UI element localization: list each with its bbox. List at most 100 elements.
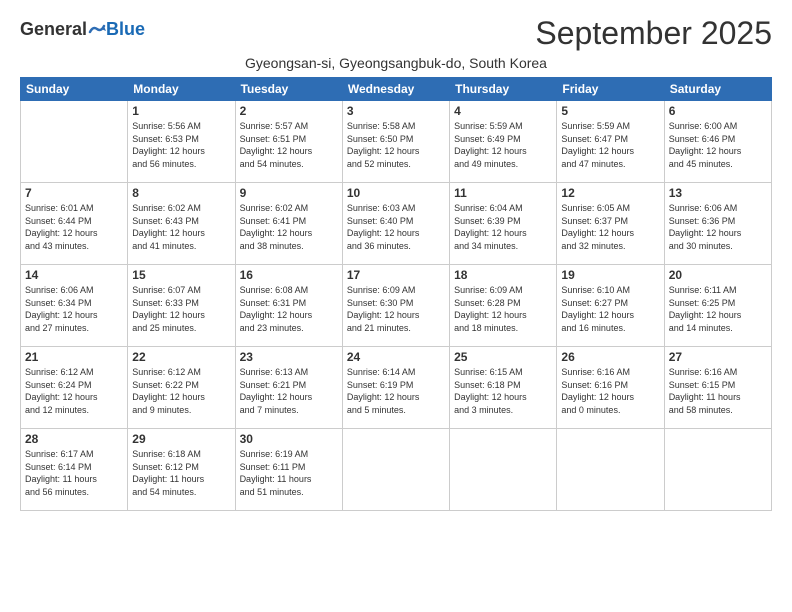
day-number: 21 <box>25 350 123 364</box>
calendar-cell: 4 Sunrise: 5:59 AM Sunset: 6:49 PM Daylig… <box>450 101 557 183</box>
calendar-cell: 7 Sunrise: 6:01 AM Sunset: 6:44 PM Daylig… <box>21 183 128 265</box>
calendar-cell: 15 Sunrise: 6:07 AM Sunset: 6:33 PM Dayli… <box>128 265 235 347</box>
day-info: Sunrise: 5:58 AM Sunset: 6:50 PM Dayligh… <box>347 120 445 170</box>
calendar-cell: 2 Sunrise: 5:57 AM Sunset: 6:51 PM Daylig… <box>235 101 342 183</box>
calendar-cell: 9 Sunrise: 6:02 AM Sunset: 6:41 PM Daylig… <box>235 183 342 265</box>
day-number: 1 <box>132 104 230 118</box>
week-row-2: 7 Sunrise: 6:01 AM Sunset: 6:44 PM Daylig… <box>21 183 772 265</box>
day-number: 11 <box>454 186 552 200</box>
calendar-cell <box>342 429 449 511</box>
day-info: Sunrise: 6:04 AM Sunset: 6:39 PM Dayligh… <box>454 202 552 252</box>
calendar-cell: 18Sunrise: 6:09 AM Sunset: 6:28 PM Dayli… <box>450 265 557 347</box>
day-info: Sunrise: 6:14 AM Sunset: 6:19 PM Dayligh… <box>347 366 445 416</box>
day-info: Sunrise: 5:59 AM Sunset: 6:49 PM Dayligh… <box>454 120 552 170</box>
day-number: 4 <box>454 104 552 118</box>
day-info: Sunrise: 6:02 AM Sunset: 6:41 PM Dayligh… <box>240 202 338 252</box>
calendar-cell: 30 Sunrise: 6:19 AM Sunset: 6:11 PM Dayli… <box>235 429 342 511</box>
calendar-cell: 14Sunrise: 6:06 AM Sunset: 6:34 PM Dayli… <box>21 265 128 347</box>
day-info: Sunrise: 6:01 AM Sunset: 6:44 PM Dayligh… <box>25 202 123 252</box>
day-info: Sunrise: 6:16 AM Sunset: 6:15 PM Dayligh… <box>669 366 767 416</box>
header: General Blue September 2025 <box>20 16 772 51</box>
week-row-4: 21 Sunrise: 6:12 AM Sunset: 6:24 PM Dayli… <box>21 347 772 429</box>
calendar-cell: 3 Sunrise: 5:58 AM Sunset: 6:50 PM Daylig… <box>342 101 449 183</box>
day-info: Sunrise: 6:17 AM Sunset: 6:14 PM Dayligh… <box>25 448 123 498</box>
day-number: 23 <box>240 350 338 364</box>
week-row-1: 1Sunrise: 5:56 AM Sunset: 6:53 PM Daylig… <box>21 101 772 183</box>
calendar-cell: 25 Sunrise: 6:15 AM Sunset: 6:18 PM Dayli… <box>450 347 557 429</box>
day-number: 13 <box>669 186 767 200</box>
calendar-cell: 1Sunrise: 5:56 AM Sunset: 6:53 PM Daylig… <box>128 101 235 183</box>
logo-wave-icon <box>88 22 106 36</box>
day-number: 26 <box>561 350 659 364</box>
day-number: 6 <box>669 104 767 118</box>
day-info: Sunrise: 6:07 AM Sunset: 6:33 PM Dayligh… <box>132 284 230 334</box>
title-block: September 2025 <box>535 16 772 51</box>
day-info: Sunrise: 6:11 AM Sunset: 6:25 PM Dayligh… <box>669 284 767 334</box>
day-info: Sunrise: 6:16 AM Sunset: 6:16 PM Dayligh… <box>561 366 659 416</box>
calendar-cell: 23 Sunrise: 6:13 AM Sunset: 6:21 PM Dayli… <box>235 347 342 429</box>
month-title: September 2025 <box>535 16 772 51</box>
day-info: Sunrise: 6:03 AM Sunset: 6:40 PM Dayligh… <box>347 202 445 252</box>
day-number: 20 <box>669 268 767 282</box>
header-tuesday: Tuesday <box>235 78 342 101</box>
day-number: 17 <box>347 268 445 282</box>
calendar-cell: 22 Sunrise: 6:12 AM Sunset: 6:22 PM Dayli… <box>128 347 235 429</box>
day-info: Sunrise: 5:59 AM Sunset: 6:47 PM Dayligh… <box>561 120 659 170</box>
calendar-cell <box>21 101 128 183</box>
day-info: Sunrise: 6:00 AM Sunset: 6:46 PM Dayligh… <box>669 120 767 170</box>
calendar-cell <box>450 429 557 511</box>
day-number: 9 <box>240 186 338 200</box>
header-friday: Friday <box>557 78 664 101</box>
day-number: 29 <box>132 432 230 446</box>
calendar-cell: 17 Sunrise: 6:09 AM Sunset: 6:30 PM Dayli… <box>342 265 449 347</box>
calendar-cell: 29Sunrise: 6:18 AM Sunset: 6:12 PM Dayli… <box>128 429 235 511</box>
day-info: Sunrise: 6:09 AM Sunset: 6:28 PM Dayligh… <box>454 284 552 334</box>
subtitle: Gyeongsan-si, Gyeongsangbuk-do, South Ko… <box>20 55 772 71</box>
day-info: Sunrise: 6:02 AM Sunset: 6:43 PM Dayligh… <box>132 202 230 252</box>
header-wednesday: Wednesday <box>342 78 449 101</box>
calendar-cell <box>557 429 664 511</box>
day-info: Sunrise: 6:05 AM Sunset: 6:37 PM Dayligh… <box>561 202 659 252</box>
day-number: 24 <box>347 350 445 364</box>
day-number: 25 <box>454 350 552 364</box>
day-info: Sunrise: 6:12 AM Sunset: 6:22 PM Dayligh… <box>132 366 230 416</box>
day-number: 14 <box>25 268 123 282</box>
calendar-cell: 27 Sunrise: 6:16 AM Sunset: 6:15 PM Dayli… <box>664 347 771 429</box>
day-info: Sunrise: 6:10 AM Sunset: 6:27 PM Dayligh… <box>561 284 659 334</box>
day-number: 16 <box>240 268 338 282</box>
calendar-cell: 11 Sunrise: 6:04 AM Sunset: 6:39 PM Dayli… <box>450 183 557 265</box>
week-row-3: 14Sunrise: 6:06 AM Sunset: 6:34 PM Dayli… <box>21 265 772 347</box>
day-number: 7 <box>25 186 123 200</box>
day-number: 3 <box>347 104 445 118</box>
day-info: Sunrise: 6:12 AM Sunset: 6:24 PM Dayligh… <box>25 366 123 416</box>
page: General Blue September 2025 Gyeongsan-si… <box>0 0 792 612</box>
calendar-cell: 16 Sunrise: 6:08 AM Sunset: 6:31 PM Dayli… <box>235 265 342 347</box>
day-number: 28 <box>25 432 123 446</box>
day-info: Sunrise: 5:57 AM Sunset: 6:51 PM Dayligh… <box>240 120 338 170</box>
calendar-cell: 20 Sunrise: 6:11 AM Sunset: 6:25 PM Dayli… <box>664 265 771 347</box>
calendar-cell: 24 Sunrise: 6:14 AM Sunset: 6:19 PM Dayli… <box>342 347 449 429</box>
day-info: Sunrise: 6:08 AM Sunset: 6:31 PM Dayligh… <box>240 284 338 334</box>
day-number: 22 <box>132 350 230 364</box>
day-number: 8 <box>132 186 230 200</box>
calendar-cell: 19Sunrise: 6:10 AM Sunset: 6:27 PM Dayli… <box>557 265 664 347</box>
day-number: 5 <box>561 104 659 118</box>
calendar-cell: 13 Sunrise: 6:06 AM Sunset: 6:36 PM Dayli… <box>664 183 771 265</box>
day-number: 30 <box>240 432 338 446</box>
header-monday: Monday <box>128 78 235 101</box>
calendar-cell: 10Sunrise: 6:03 AM Sunset: 6:40 PM Dayli… <box>342 183 449 265</box>
week-row-5: 28 Sunrise: 6:17 AM Sunset: 6:14 PM Dayli… <box>21 429 772 511</box>
calendar-cell: 5 Sunrise: 5:59 AM Sunset: 6:47 PM Daylig… <box>557 101 664 183</box>
day-info: Sunrise: 6:19 AM Sunset: 6:11 PM Dayligh… <box>240 448 338 498</box>
day-info: Sunrise: 6:13 AM Sunset: 6:21 PM Dayligh… <box>240 366 338 416</box>
day-info: Sunrise: 6:06 AM Sunset: 6:36 PM Dayligh… <box>669 202 767 252</box>
day-number: 27 <box>669 350 767 364</box>
day-number: 2 <box>240 104 338 118</box>
day-number: 15 <box>132 268 230 282</box>
logo-text: General Blue <box>20 20 145 38</box>
calendar-cell: 21 Sunrise: 6:12 AM Sunset: 6:24 PM Dayli… <box>21 347 128 429</box>
day-info: Sunrise: 6:15 AM Sunset: 6:18 PM Dayligh… <box>454 366 552 416</box>
day-number: 12 <box>561 186 659 200</box>
day-info: Sunrise: 6:09 AM Sunset: 6:30 PM Dayligh… <box>347 284 445 334</box>
logo-general: General <box>20 20 87 38</box>
